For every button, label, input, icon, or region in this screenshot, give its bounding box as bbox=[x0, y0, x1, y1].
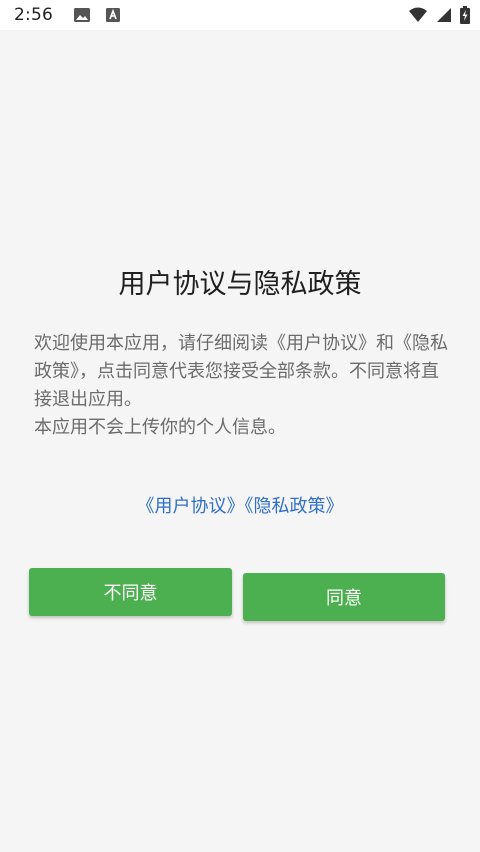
battery-charging-icon bbox=[460, 6, 470, 24]
status-notification-icons bbox=[73, 7, 121, 23]
status-time: 2:56 bbox=[14, 5, 53, 25]
disagree-button[interactable]: 不同意 bbox=[29, 568, 232, 616]
accessibility-icon bbox=[105, 7, 121, 23]
wifi-icon bbox=[408, 7, 428, 23]
user-agreement-link[interactable]: 《用户协议》 bbox=[137, 496, 245, 517]
image-icon bbox=[73, 7, 91, 23]
status-system-icons bbox=[408, 6, 470, 24]
agreement-description: 欢迎使用本应用，请仔细阅读《用户协议》和《隐私政策》，点击同意代表您接受全部条款… bbox=[34, 333, 448, 410]
agreement-links: 《用户协议》《隐私政策》 bbox=[0, 492, 480, 518]
privacy-policy-link[interactable]: 《隐私政策》 bbox=[245, 496, 344, 517]
agree-button[interactable]: 同意 bbox=[243, 573, 445, 621]
dialog-body: 欢迎使用本应用，请仔细阅读《用户协议》和《隐私政策》，点击同意代表您接受全部条款… bbox=[34, 330, 454, 442]
status-bar: 2:56 bbox=[0, 0, 480, 30]
privacy-note: 本应用不会上传你的个人信息。 bbox=[34, 417, 286, 438]
dialog-title: 用户协议与隐私政策 bbox=[118, 269, 362, 300]
agreement-dialog: 用户协议与隐私政策 欢迎使用本应用，请仔细阅读《用户协议》和《隐私政策》，点击同… bbox=[0, 30, 480, 852]
signal-icon bbox=[436, 7, 452, 23]
